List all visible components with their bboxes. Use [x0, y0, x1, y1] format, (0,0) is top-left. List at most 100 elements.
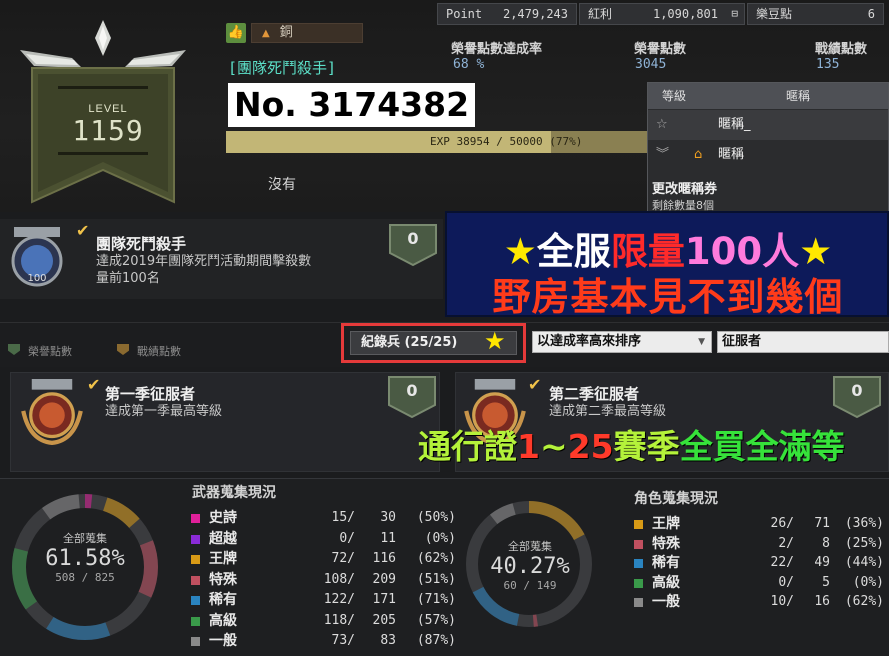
- bean-label: 樂豆點: [756, 7, 793, 21]
- title-popup-header: 等級 暱稱: [648, 83, 888, 109]
- change-title-button[interactable]: 更改暱稱券: [652, 178, 717, 197]
- honor-value: 3045: [635, 57, 667, 72]
- weapon-percent: 61.58%: [45, 546, 125, 571]
- rarity-total: 5: [822, 574, 830, 590]
- legend-merit: 戰績點數: [137, 345, 181, 358]
- rarity-swatch: [191, 514, 200, 523]
- category-label: 征服者: [722, 334, 762, 349]
- category-select[interactable]: 征服者: [717, 331, 889, 353]
- card-desc: 達成第一季最高等級: [105, 404, 223, 419]
- double-chevron-icon: ︾: [656, 147, 670, 162]
- collection-row: 王牌 72/116 (62%): [191, 549, 461, 569]
- detail-icon[interactable]: ⊟: [731, 4, 738, 24]
- home-icon: ⌂: [694, 147, 703, 162]
- rarity-pct: (71%): [416, 592, 456, 607]
- rarity-total: 30: [380, 510, 396, 525]
- bonus-cell: 紅利 1,090,801 ⊟: [579, 3, 745, 25]
- promo-text: 1: [517, 427, 540, 466]
- achievement-desc: 量前100名: [96, 271, 160, 286]
- rank-name: 銅: [279, 25, 293, 40]
- no-title-text: 沒有: [268, 177, 296, 193]
- merit-title: 戰績點數: [815, 42, 868, 57]
- score-value-wrap: 0: [832, 375, 882, 419]
- col-title: 暱稱: [786, 89, 811, 103]
- sort-label: 以達成率高來排序: [537, 334, 642, 349]
- achievement-badge-icon: 100: [11, 227, 63, 287]
- character-total: 全部蒐集 40.27% 60 / 149: [475, 538, 585, 592]
- weapon-total: 全部蒐集 61.58% 508 / 825: [30, 530, 140, 584]
- bean-cell: 樂豆點 6: [747, 3, 884, 25]
- rarity-total: 209: [372, 571, 396, 587]
- collection-row: 王牌 26/71 (36%): [634, 514, 884, 534]
- achievement-title: 團隊死鬥殺手: [96, 235, 187, 253]
- title-popup: 等級 暱稱 ☆ 暱稱_ ︾ ⌂ 暱稱 更改暱稱券 剩餘數量8個: [647, 82, 889, 212]
- equipped-title: [團隊死鬥殺手]: [228, 59, 337, 77]
- promo-line-3: 通行證1~25賽季全買全滿等: [418, 420, 845, 468]
- score-value-wrap: 0: [387, 375, 437, 419]
- sort-select[interactable]: 以達成率高來排序 ▼: [532, 331, 712, 353]
- rarity-total: 205: [372, 612, 396, 628]
- collection-row: 稀有 22/49 (44%): [634, 553, 884, 573]
- rarity-total: 16: [814, 594, 830, 609]
- record-label-text: 紀錄兵 (25/25): [361, 335, 458, 350]
- exp-text: EXP 38954 / 50000 (77%): [430, 135, 583, 148]
- rarity-pct: (57%): [416, 612, 456, 628]
- chevron-up-icon: ▲: [262, 28, 270, 39]
- title-row-text: 暱稱_: [718, 117, 751, 132]
- rarity-pct: (50%): [416, 510, 456, 525]
- title-row[interactable]: ︾ ⌂ 暱稱: [648, 140, 888, 170]
- rarity-total: 49: [814, 555, 830, 570]
- rank-box: ▲ 銅: [251, 23, 363, 43]
- check-icon: ✔: [528, 375, 542, 394]
- character-collection-title: 角色蒐集現況: [634, 491, 718, 507]
- title-row[interactable]: ☆ 暱稱_: [648, 110, 888, 140]
- rarity-total: 8: [822, 535, 830, 551]
- rarity-name: 一般: [209, 633, 237, 649]
- collection-row: 一般 73/83 (87%): [191, 631, 461, 651]
- rarity-name: 王牌: [209, 551, 237, 567]
- check-icon: ✔: [76, 221, 90, 240]
- legend-honor: 榮譽點數: [28, 345, 72, 358]
- rarity-pct: (87%): [416, 633, 456, 648]
- promo-text: 全買全滿等: [679, 427, 845, 466]
- thumbs-up-icon: 👍: [226, 23, 246, 43]
- achievement-card[interactable]: ✔ 第一季征服者 達成第一季最高等級 0: [10, 372, 440, 472]
- card-title: 第二季征服者: [549, 385, 640, 403]
- rarity-swatch: [191, 616, 200, 626]
- collection-row: 高級 118/205 (57%): [191, 611, 461, 631]
- character-percent: 40.27%: [490, 554, 570, 579]
- rarity-pct: (44%): [844, 555, 884, 570]
- check-icon: ✔: [87, 375, 101, 394]
- rarity-name: 特殊: [209, 571, 237, 588]
- weapon-count: 508 / 825: [55, 571, 115, 584]
- record-dropdown[interactable]: 紀錄兵 (25/25) ★: [341, 323, 526, 363]
- rarity-swatch: [634, 598, 643, 607]
- rate-value: 68 %: [453, 57, 485, 72]
- featured-achievement[interactable]: 100 ✔ 團隊死鬥殺手 達成2019年團隊死鬥活動期間擊殺數 量前100名 0: [0, 219, 443, 299]
- chevron-down-icon: ▼: [698, 337, 705, 347]
- bonus-value: 1,090,801: [652, 7, 718, 21]
- rarity-pct: (0%): [424, 530, 456, 546]
- collection-row: 史詩 15/30 (50%): [191, 508, 461, 528]
- card-desc: 達成第二季最高等級: [549, 404, 667, 419]
- rarity-pct: (0%): [852, 574, 884, 590]
- rarity-total: 83: [380, 633, 396, 648]
- star-icon: ☆: [656, 117, 668, 132]
- merit-value: 135: [816, 57, 840, 72]
- rarity-total: 116: [372, 551, 396, 566]
- rarity-name: 稀有: [209, 592, 237, 608]
- rarity-name: 高級: [209, 612, 237, 629]
- rarity-swatch: [634, 520, 643, 529]
- point-value: 2,479,243: [502, 7, 568, 21]
- rarity-total: 71: [814, 516, 830, 531]
- point-cell: Point 2,479,243: [437, 3, 577, 25]
- rarity-pct: (51%): [416, 571, 456, 587]
- rarity-swatch: [191, 575, 200, 585]
- card-title: 第一季征服者: [105, 385, 196, 403]
- rarity-swatch: [191, 596, 200, 605]
- score-value: 0: [406, 381, 418, 400]
- title-row-text: 暱稱: [718, 147, 745, 162]
- collection-row: 一般 10/16 (62%): [634, 592, 884, 612]
- collection-row: 特殊 2/8 (25%): [634, 534, 884, 554]
- collection-row: 稀有 122/171 (71%): [191, 590, 461, 610]
